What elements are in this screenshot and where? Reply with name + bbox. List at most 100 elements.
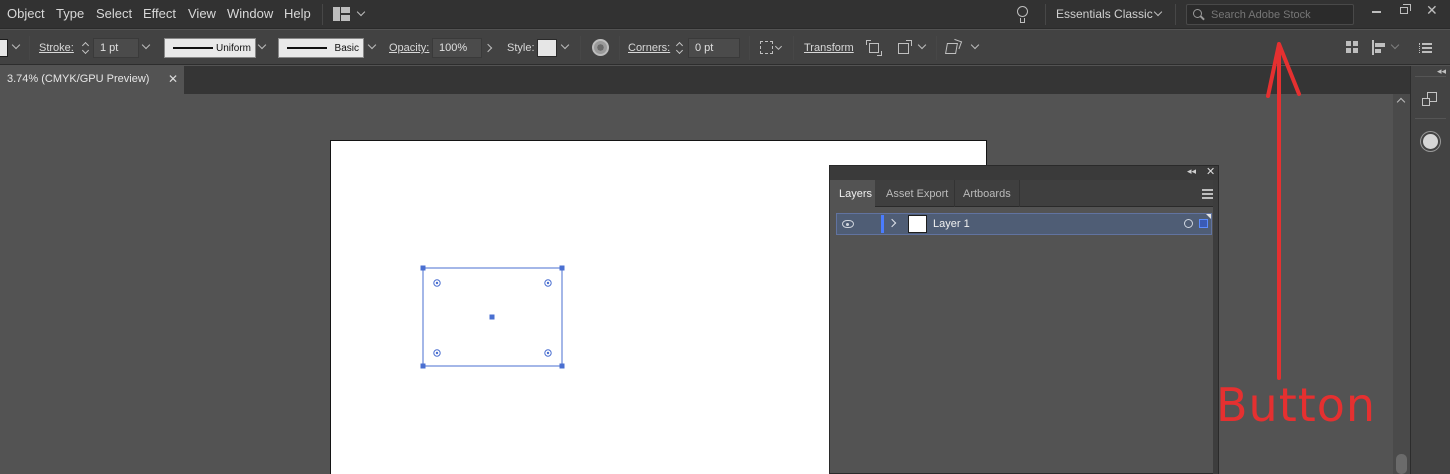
control-divider	[936, 36, 937, 60]
layer-color-bar	[881, 215, 884, 233]
scroll-up-icon[interactable]	[1396, 97, 1406, 107]
menu-view[interactable]: View	[188, 6, 216, 21]
menu-divider	[322, 4, 323, 25]
stroke-label[interactable]: Stroke:	[39, 42, 74, 54]
vertical-scrollbar[interactable]	[1393, 94, 1410, 474]
chevron-down-icon[interactable]	[970, 40, 980, 50]
selected-rectangle[interactable]	[416, 262, 568, 372]
right-panel-dock: ◂◂	[1410, 66, 1450, 474]
search-input[interactable]	[1211, 7, 1351, 22]
layout-icon	[333, 7, 340, 21]
fill-swatch[interactable]	[0, 39, 8, 57]
fill-dropdown[interactable]	[10, 38, 24, 58]
chevron-down-icon[interactable]	[774, 42, 783, 51]
transform-each-icon[interactable]	[897, 40, 913, 56]
appearance-panel-icon[interactable]	[1423, 134, 1438, 149]
profile-label: Uniform	[215, 43, 251, 54]
document-tab-title: 3.74% (CMYK/GPU Preview)	[7, 73, 150, 85]
style-dropdown[interactable]	[559, 38, 573, 58]
brush-definition[interactable]: Basic	[278, 38, 364, 58]
menu-type[interactable]: Type	[56, 6, 84, 21]
isolate-selected-icon[interactable]	[866, 40, 882, 56]
brush-label: Basic	[334, 43, 359, 54]
workspace-switcher[interactable]: Essentials Classic	[1056, 7, 1153, 21]
layers-panel: ◂◂ ✕ Layers Asset Export Artboards Layer…	[829, 165, 1219, 474]
graphic-style-swatch[interactable]	[537, 39, 557, 57]
menu-divider	[1175, 4, 1176, 25]
puppet-warp-icon[interactable]	[945, 38, 963, 56]
layer-row[interactable]: Layer 1	[836, 213, 1212, 235]
discover-lightbulb-icon[interactable]	[1016, 6, 1028, 24]
control-divider	[793, 36, 794, 60]
menu-help[interactable]: Help	[284, 6, 311, 21]
align-panel-icon[interactable]	[1371, 40, 1387, 56]
arrange-documents-button[interactable]	[333, 7, 369, 21]
chevron-down-icon[interactable]	[917, 40, 927, 50]
align-to-selection-icon[interactable]	[759, 40, 775, 56]
corners-field[interactable]: 0 pt	[688, 38, 740, 58]
scroll-thumb[interactable]	[1396, 454, 1407, 474]
control-divider	[619, 36, 620, 60]
close-window-button[interactable]: ✕	[1422, 2, 1444, 19]
center-point[interactable]	[489, 314, 495, 320]
handle-top-right[interactable]	[559, 265, 565, 271]
tab-divider	[954, 180, 955, 207]
arrange-panels-icon[interactable]	[1345, 40, 1361, 56]
layer-selection-indicator[interactable]	[1199, 219, 1208, 228]
layout-icon-part	[341, 7, 350, 13]
tab-divider	[1019, 180, 1020, 207]
expand-layer-chevron-icon[interactable]	[887, 218, 897, 228]
stroke-weight-stepper[interactable]	[80, 38, 92, 58]
tab-asset-export[interactable]: Asset Export	[880, 180, 950, 207]
control-divider	[29, 36, 30, 60]
corners-stepper[interactable]	[674, 38, 686, 58]
layer-thumbnail	[908, 215, 927, 233]
handle-bottom-left[interactable]	[420, 363, 426, 369]
opacity-slider-button[interactable]	[483, 38, 498, 58]
corners-label[interactable]: Corners:	[628, 42, 670, 54]
handle-top-left[interactable]	[420, 265, 426, 271]
chevron-down-icon	[356, 7, 366, 17]
panel-tab-bar: Layers Asset Export Artboards	[830, 180, 1218, 207]
menu-bar: Object Type Select Effect View Window He…	[0, 0, 1450, 29]
style-label: Style:	[507, 42, 535, 54]
search-icon	[1193, 9, 1202, 18]
brush-dropdown[interactable]	[366, 38, 380, 58]
layer-name[interactable]: Layer 1	[933, 218, 970, 230]
layer-target-icon[interactable]	[1184, 219, 1193, 228]
variable-width-profile[interactable]: Uniform	[164, 38, 256, 58]
annotation-label: Button	[1216, 378, 1377, 432]
close-panel-icon[interactable]: ✕	[1206, 165, 1215, 178]
opacity-field[interactable]: 100%	[432, 38, 482, 58]
menu-select[interactable]: Select	[96, 6, 132, 21]
opacity-label[interactable]: Opacity:	[389, 42, 429, 54]
visibility-eye-icon[interactable]	[842, 220, 854, 228]
stroke-weight-dropdown[interactable]	[140, 38, 154, 58]
menu-window[interactable]: Window	[227, 6, 273, 21]
control-bar: Stroke: 1 pt Uniform Basic Opacity: 100%…	[0, 30, 1450, 65]
tab-artboards[interactable]: Artboards	[958, 180, 1018, 207]
restore-button[interactable]	[1394, 3, 1416, 19]
panel-menu-icon[interactable]	[1202, 189, 1213, 199]
profile-dropdown[interactable]	[256, 38, 270, 58]
menu-object[interactable]: Object	[7, 6, 45, 21]
handle-bottom-right[interactable]	[559, 363, 565, 369]
close-tab-icon[interactable]: ✕	[168, 72, 178, 86]
tab-layers[interactable]: Layers	[830, 180, 875, 207]
panel-menu-icon[interactable]	[1419, 40, 1435, 56]
properties-panel-icon[interactable]	[1422, 92, 1438, 108]
chevron-down-icon[interactable]	[1390, 40, 1400, 50]
menu-effect[interactable]: Effect	[143, 6, 176, 21]
panel-title-bar[interactable]: ◂◂ ✕	[830, 166, 1218, 180]
collapse-panel-icon[interactable]: ◂◂	[1187, 166, 1196, 177]
document-tab-strip: 3.74% (CMYK/GPU Preview) ✕	[0, 66, 1410, 94]
transform-button[interactable]: Transform	[804, 42, 854, 54]
menu-divider	[1045, 4, 1046, 25]
stroke-weight-field[interactable]: 1 pt	[93, 38, 139, 58]
adobe-stock-search[interactable]	[1186, 4, 1354, 25]
annotation-arrow	[1266, 42, 1301, 380]
document-tab[interactable]: 3.74% (CMYK/GPU Preview) ✕	[0, 66, 184, 94]
minimize-button[interactable]	[1366, 3, 1388, 19]
recolor-artwork-icon[interactable]	[592, 39, 609, 56]
chevron-down-icon[interactable]	[1153, 7, 1163, 17]
